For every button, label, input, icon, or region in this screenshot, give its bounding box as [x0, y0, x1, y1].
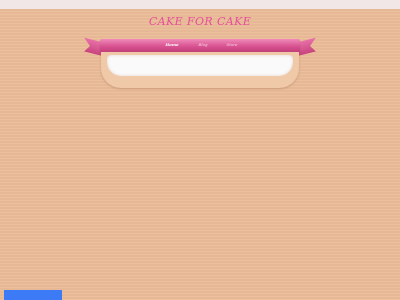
bottom-action-button[interactable]: [4, 290, 62, 300]
nav-item-home[interactable]: Home: [157, 41, 187, 49]
top-browser-strip: [0, 0, 400, 9]
site-title[interactable]: CAKE FOR CAKE: [0, 15, 400, 28]
nav-item-store[interactable]: Store: [217, 41, 247, 49]
nav-ribbon: Home Blog Store: [100, 39, 300, 52]
content-frame: [101, 52, 299, 88]
content-panel: [107, 55, 293, 76]
nav-item-blog[interactable]: Blog: [188, 41, 218, 49]
